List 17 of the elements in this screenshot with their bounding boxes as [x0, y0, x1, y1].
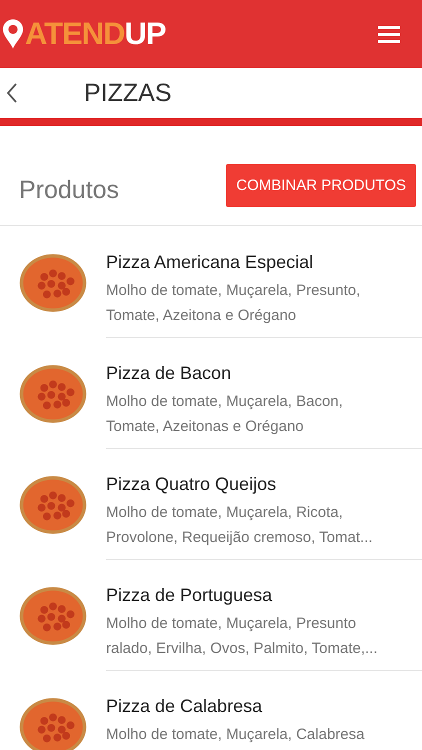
section-title: Produtos — [19, 175, 120, 205]
product-name[interactable]: Pizza de Bacon — [106, 363, 422, 384]
product-name[interactable]: Pizza Quatro Queijos — [106, 474, 422, 495]
menu-icon[interactable] — [378, 26, 400, 42]
product-description: Molho de tomate, Muçarela, Bacon, Tomate, Azeitonas e Orégano — [106, 392, 344, 437]
product-description: Molho de tomate, Muçarela, Calabresa — [106, 725, 366, 745]
product-description: Molho de tomate, Muçarela, Presunto ralado, Ervilha, Ovos, Palmito, Tomate,... — [106, 614, 379, 659]
product-description: Molho de tomate, Muçarela, Ricota, Provolone, Requeijão cremoso, Tomat... — [106, 503, 374, 548]
product-name[interactable]: Pizza Americana Especial — [106, 252, 422, 273]
combine-products-button[interactable]: COMBINAR PRODUTOS — [226, 164, 416, 207]
product-name[interactable]: Pizza de Calabresa — [106, 696, 422, 717]
logo-text: UP — [124, 16, 166, 52]
product-description: Molho de tomate, Muçarela, Presunto, Tomate, Azeitona e Orégano — [106, 281, 362, 326]
logo-text: ATEND — [25, 16, 124, 52]
page-title: PIZZAS — [84, 78, 172, 108]
back-icon[interactable] — [6, 82, 18, 104]
product-name[interactable]: Pizza de Portuguesa — [106, 585, 422, 606]
